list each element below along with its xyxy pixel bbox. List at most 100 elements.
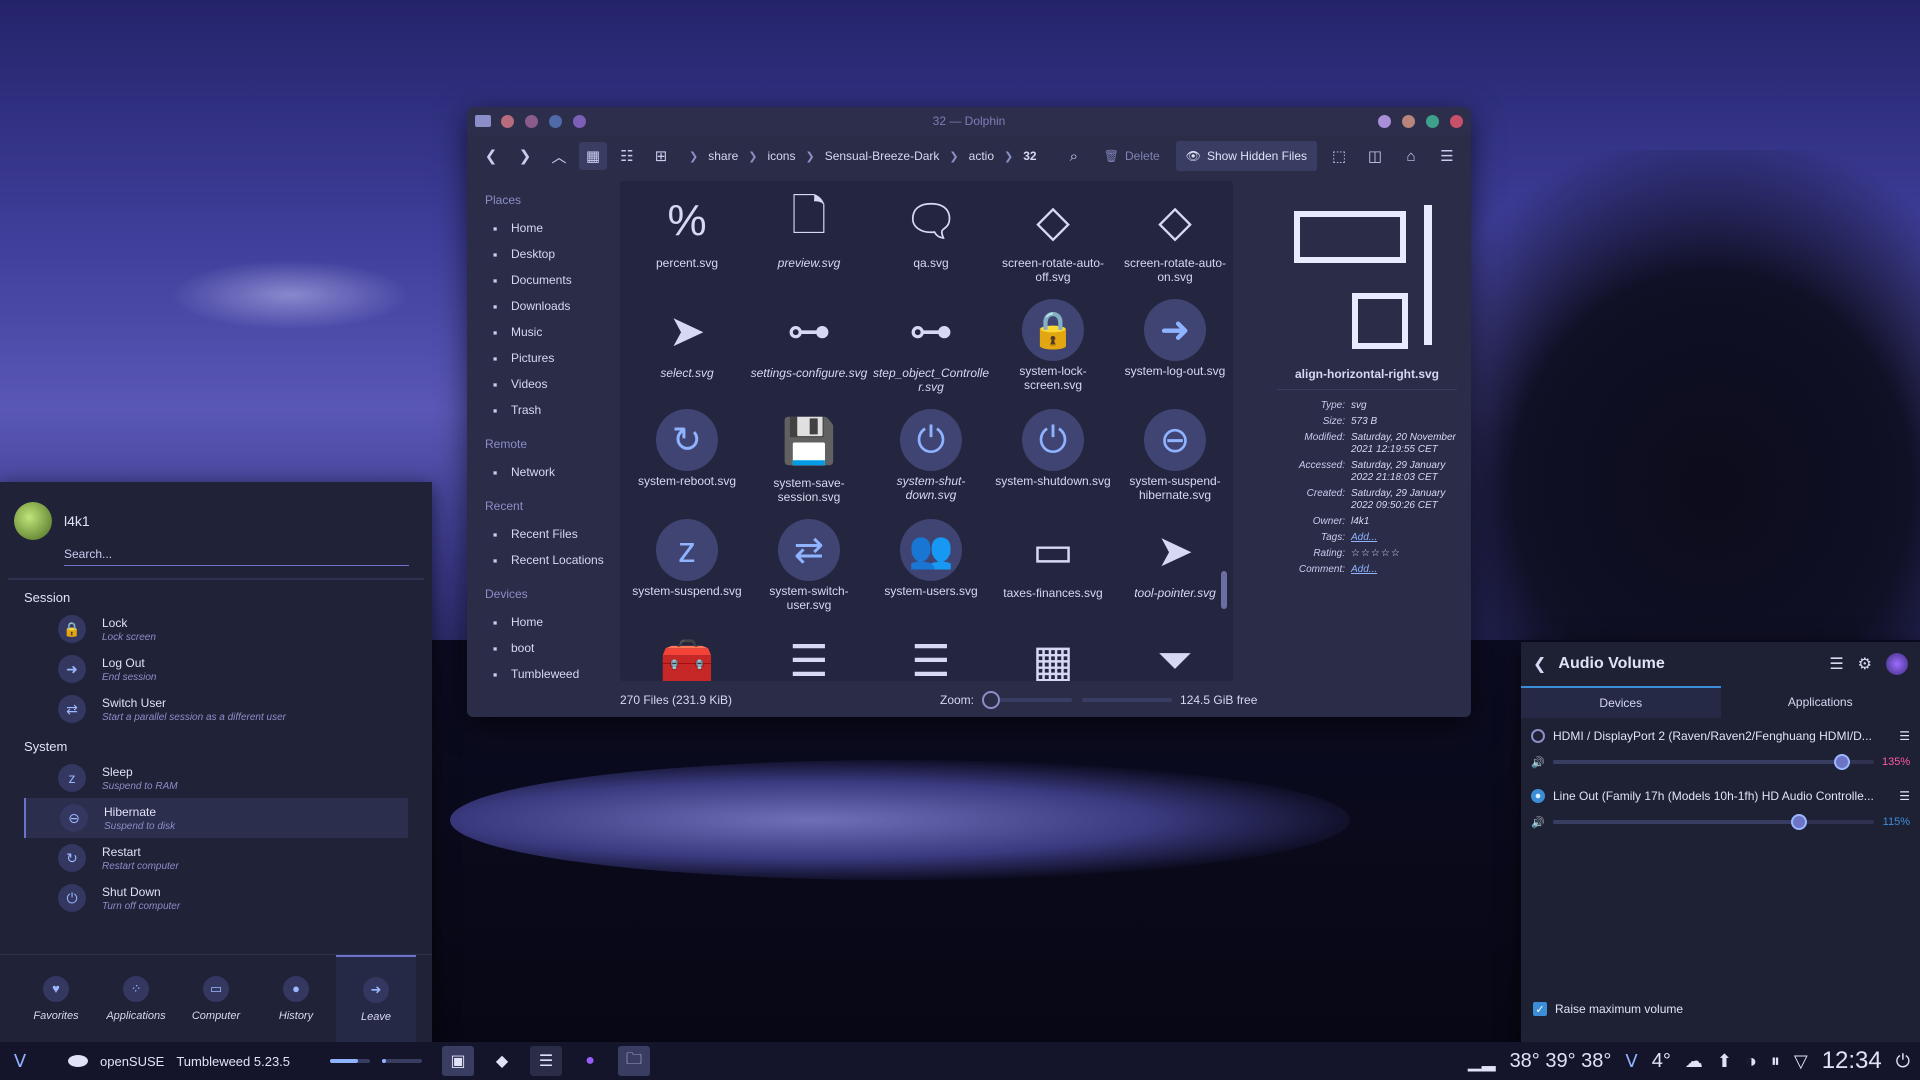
- file-item[interactable]: ☰: [870, 629, 992, 682]
- shut-down-button[interactable]: ⏻ Shut Down Turn off computer: [24, 878, 408, 918]
- hibernate-button[interactable]: ⊖ Hibernate Suspend to disk: [24, 798, 408, 838]
- sensor-graph-icon[interactable]: ▁▂: [1468, 1051, 1496, 1072]
- speaker-icon[interactable]: 🔊: [1531, 816, 1545, 829]
- file-item[interactable]: ↻ system-reboot.svg: [626, 409, 748, 519]
- on-all-desktops-button[interactable]: [549, 114, 562, 128]
- speaker-icon[interactable]: 🔊: [1531, 756, 1545, 769]
- file-item[interactable]: ◇ screen-rotate-auto-off.svg: [992, 189, 1114, 299]
- close-button[interactable]: [1450, 114, 1463, 128]
- details-view-icon[interactable]: ⊞: [647, 142, 675, 170]
- file-item[interactable]: z system-suspend.svg: [626, 519, 748, 629]
- file-item[interactable]: 🗋 preview.svg: [748, 189, 870, 299]
- audio-tray-icon[interactable]: ◑: [1746, 1051, 1757, 1072]
- cloud-icon[interactable]: ☁: [1685, 1051, 1703, 1072]
- icons-view-icon[interactable]: ▦: [579, 142, 607, 170]
- power-icon[interactable]: ⏻: [1896, 1051, 1910, 1072]
- maximize-button[interactable]: [1426, 114, 1439, 128]
- gear-icon[interactable]: ⚙: [1858, 654, 1872, 674]
- window-menu-button[interactable]: [501, 114, 514, 128]
- meta-value[interactable]: Add...: [1351, 532, 1461, 544]
- kde-connect-icon[interactable]: ᐯ: [1625, 1051, 1637, 1072]
- forward-icon[interactable]: ❯: [511, 142, 539, 170]
- file-item[interactable]: ⊶ settings-configure.svg: [748, 299, 870, 409]
- lock-button[interactable]: 🔒 Lock Lock screen: [24, 609, 408, 649]
- zoom-slider[interactable]: [982, 691, 1073, 709]
- places-item-downloads[interactable]: ▪ Downloads: [475, 293, 612, 319]
- places-item-videos[interactable]: ▪ Videos: [475, 371, 612, 397]
- remote-item-network[interactable]: ▪ Network: [475, 459, 612, 485]
- rating-stars[interactable]: ☆☆☆☆☆: [1351, 548, 1461, 560]
- file-item[interactable]: ⏷: [1114, 629, 1233, 681]
- select-icon[interactable]: ⬚: [1325, 142, 1353, 170]
- file-item[interactable]: ⏻ system-shut-down.svg: [870, 409, 992, 519]
- meta-value[interactable]: Add...: [1351, 564, 1461, 576]
- hamburger-menu-icon[interactable]: ☰: [1829, 654, 1843, 674]
- default-device-radio[interactable]: [1531, 789, 1545, 803]
- split-view-icon[interactable]: ◫: [1361, 142, 1389, 170]
- tab-leave[interactable]: ➜ Leave: [336, 955, 416, 1042]
- places-item-home[interactable]: ▪ Home: [475, 215, 612, 241]
- volume-slider[interactable]: [1553, 754, 1874, 770]
- back-icon[interactable]: ❮: [1533, 654, 1546, 674]
- places-item-documents[interactable]: ▪ Documents: [475, 267, 612, 293]
- file-item[interactable]: ➜ system-log-out.svg: [1114, 299, 1233, 409]
- delete-button[interactable]: 🗑 Delete: [1096, 149, 1168, 163]
- dolphin-taskbar-icon[interactable]: 🗀: [618, 1046, 651, 1076]
- places-item-pictures[interactable]: ▪ Pictures: [475, 345, 612, 371]
- compact-view-icon[interactable]: ☷: [613, 142, 641, 170]
- file-item[interactable]: 👥 system-users.svg: [870, 519, 992, 629]
- file-item[interactable]: ▭ taxes-finances.svg: [992, 519, 1114, 629]
- file-item[interactable]: ➤ tool-pointer.svg: [1114, 519, 1233, 629]
- file-item[interactable]: ◇ screen-rotate-auto-on.svg: [1114, 189, 1233, 299]
- zoom-slider-handle[interactable]: [982, 691, 1001, 709]
- default-device-radio[interactable]: [1531, 729, 1545, 743]
- device-menu-icon[interactable]: ☰: [1899, 729, 1910, 743]
- keep-above-button[interactable]: [525, 114, 538, 128]
- tab-devices[interactable]: Devices: [1521, 686, 1721, 718]
- raise-maximum-volume-checkbox[interactable]: ✓ Raise maximum volume: [1533, 1002, 1683, 1016]
- log-out-button[interactable]: ➜ Log Out End session: [24, 649, 408, 689]
- home-icon[interactable]: ⌂: [1397, 142, 1425, 170]
- launcher-button[interactable]: ᐯ: [2, 1042, 38, 1080]
- breadcrumb-item-theme[interactable]: Sensual-Breeze-Dark: [825, 149, 940, 163]
- volume-slider-handle[interactable]: [1791, 814, 1808, 830]
- chevron-down-icon[interactable]: ▽: [1794, 1051, 1808, 1072]
- breadcrumb-item-current[interactable]: 32: [1023, 149, 1036, 163]
- pin-icon[interactable]: [1886, 653, 1908, 675]
- temperature-readout[interactable]: 38° 39° 38°: [1510, 1050, 1612, 1073]
- avatar[interactable]: [14, 502, 52, 540]
- weather-temperature[interactable]: 4°: [1652, 1050, 1671, 1073]
- checkbox-checked-icon[interactable]: ✓: [1533, 1002, 1547, 1016]
- file-item[interactable]: 🧰: [626, 629, 748, 681]
- devices-item-boot[interactable]: ▪ boot: [475, 635, 612, 661]
- shade-button[interactable]: [573, 114, 586, 128]
- media-pause-icon[interactable]: ⏸: [1771, 1051, 1780, 1072]
- file-view-scrollbar[interactable]: [1221, 571, 1227, 609]
- sleep-button[interactable]: z Sleep Suspend to RAM: [24, 758, 408, 798]
- places-item-desktop[interactable]: ▪ Desktop: [475, 241, 612, 267]
- pager-icon[interactable]: ▣: [442, 1046, 475, 1076]
- file-item[interactable]: % percent.svg: [626, 189, 748, 299]
- tab-computer[interactable]: ▭ Computer: [176, 955, 256, 1042]
- restart-button[interactable]: ↻ Restart Restart computer: [24, 838, 408, 878]
- file-item[interactable]: 🗨 qa.svg: [870, 189, 992, 299]
- back-icon[interactable]: ❮: [477, 142, 505, 170]
- search-icon[interactable]: ⌕: [1060, 142, 1088, 170]
- file-item[interactable]: ⊖ system-suspend-hibernate.svg: [1114, 409, 1233, 519]
- tab-applications[interactable]: Applications: [1721, 686, 1920, 718]
- file-item[interactable]: ▦: [992, 629, 1114, 682]
- places-item-music[interactable]: ▪ Music: [475, 319, 612, 345]
- tab-applications[interactable]: ⁘ Applications: [96, 955, 176, 1042]
- inkscape-icon[interactable]: ◆: [486, 1046, 518, 1076]
- file-item[interactable]: 💾 system-save-session.svg: [748, 409, 870, 519]
- file-item[interactable]: ⏻ system-shutdown.svg: [992, 409, 1114, 519]
- breadcrumb-item-actions[interactable]: actio: [969, 149, 994, 163]
- window-titlebar[interactable]: 32 — Dolphin: [467, 107, 1471, 135]
- file-item[interactable]: ⇄ system-switch-user.svg: [748, 519, 870, 629]
- up-icon[interactable]: ︿: [545, 142, 573, 170]
- breadcrumb-item-share[interactable]: share: [708, 149, 738, 163]
- volume-slider-handle[interactable]: [1833, 754, 1850, 770]
- firefox-icon[interactable]: ●: [574, 1046, 606, 1076]
- search-input[interactable]: Search...: [64, 544, 409, 566]
- tab-favorites[interactable]: ♥ Favorites: [16, 955, 96, 1042]
